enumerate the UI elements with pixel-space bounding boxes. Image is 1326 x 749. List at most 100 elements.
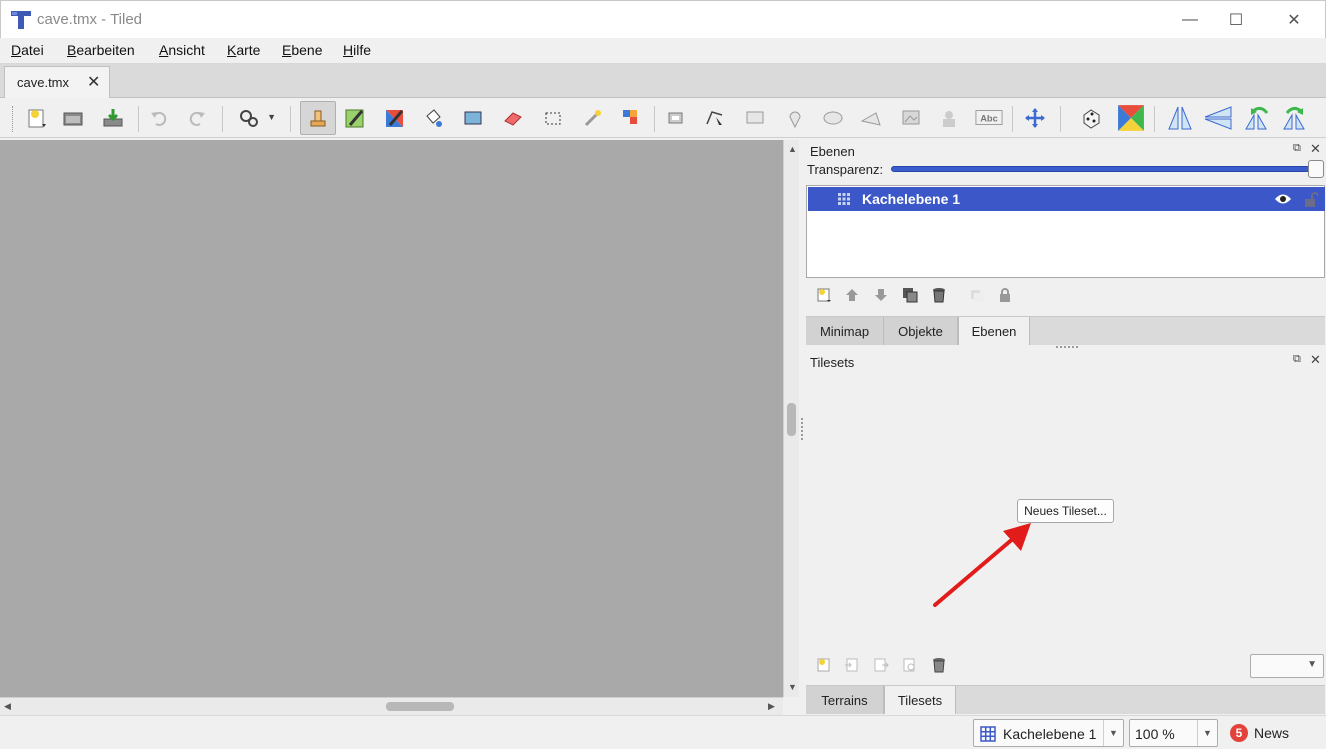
map-canvas[interactable] [0,140,783,697]
news-count-badge[interactable]: 5 [1230,724,1248,742]
tab-ebenen[interactable]: Ebenen [958,317,1030,345]
lock-layer-button[interactable] [995,285,1015,305]
chevron-down-icon: ▼ [1197,720,1217,746]
dock-splitter-grip[interactable] [1056,346,1078,348]
menu-datei[interactable]: Datei [11,42,44,58]
close-dock-icon[interactable]: ✕ [1310,352,1321,368]
map-vertical-scrollbar[interactable]: ▲ ▼ [783,140,799,697]
opacity-slider[interactable] [891,166,1317,172]
eye-icon[interactable] [1274,192,1292,206]
duplicate-layer-button[interactable] [900,285,920,305]
tab-objekte[interactable]: Objekte [884,317,958,345]
magic-wand-icon [584,110,601,127]
unlocked-icon[interactable] [1304,191,1318,207]
text-tool-label: Abc [980,114,998,124]
insert-ellipse-button[interactable] [818,103,848,133]
menu-ebene[interactable]: Ebene [282,42,323,58]
wang-brush-button[interactable] [380,103,410,133]
menu-bearbeiten[interactable]: Bearbeiten [67,42,135,58]
random-mode-button[interactable] [1076,103,1106,133]
tab-minimap[interactable]: Minimap [806,317,884,345]
float-dock-icon[interactable]: ⧉ [1293,353,1301,366]
terrain-brush-button[interactable] [340,103,370,133]
scroll-down-icon[interactable]: ▼ [788,682,797,692]
insert-template-button[interactable] [934,103,964,133]
scroll-right-icon[interactable]: ▶ [768,701,775,712]
flip-vertical-button[interactable] [1200,103,1236,133]
remove-tileset-button[interactable] [929,655,949,675]
redo-button[interactable] [182,103,212,133]
scroll-left-icon[interactable]: ◀ [4,701,11,712]
eraser-icon [504,112,522,126]
layer-name[interactable]: Kachelebene 1 [862,191,960,207]
current-layer-select[interactable]: Kachelebene 1 ▼ [973,719,1124,747]
toolbar-separator [1154,106,1155,132]
open-button[interactable] [58,103,88,133]
rotate-left-button[interactable] [1240,103,1276,133]
menu-karte[interactable]: Karte [227,42,260,58]
select-same-tile-icon [623,110,637,124]
delete-layer-button[interactable] [929,285,949,305]
tab-tilesets[interactable]: Tilesets [884,686,956,714]
minimize-button[interactable]: — [1167,1,1213,39]
status-bar: Kachelebene 1 ▼ 100 % ▼ 5 News [0,715,1326,749]
insert-tile-button[interactable] [896,103,926,133]
wang-fill-button[interactable] [1114,103,1148,133]
undo-button[interactable] [144,103,174,133]
merge-layer-button[interactable] [967,285,987,305]
layer-row[interactable]: Kachelebene 1 [808,187,1325,211]
new-layer-button[interactable] [814,285,834,305]
close-window-button[interactable]: ✕ [1271,1,1317,39]
document-tab-cave[interactable]: cave.tmx ✕ [4,66,110,98]
insert-rectangle-button[interactable] [740,103,770,133]
zoom-select[interactable]: 100 % ▼ [1129,719,1218,747]
select-same-tile-button[interactable] [616,103,646,133]
save-button[interactable] [98,103,128,133]
window-title: cave.tmx - Tiled [37,11,143,28]
stamp-brush-button[interactable] [300,101,336,135]
magic-wand-button[interactable] [578,103,608,133]
vertical-scroll-thumb[interactable] [787,403,796,436]
shape-fill-button[interactable] [458,103,488,133]
tileset-properties-button[interactable] [900,655,920,675]
embed-tileset-button[interactable] [842,655,862,675]
export-tileset-button[interactable] [871,655,891,675]
float-dock-icon[interactable]: ⧉ [1293,142,1301,155]
map-horizontal-scrollbar[interactable]: ◀ ▶ [0,697,783,715]
eraser-button[interactable] [498,103,528,133]
opacity-label: Transparenz: [807,162,884,177]
layer-list[interactable]: Kachelebene 1 [806,185,1325,278]
news-button[interactable]: News [1254,725,1289,741]
insert-text-button[interactable]: Abc [974,103,1004,133]
new-map-button[interactable] [22,103,52,133]
rect-select-button[interactable] [538,103,568,133]
close-dock-icon[interactable]: ✕ [1310,141,1321,157]
maximize-button[interactable]: ☐ [1213,1,1259,39]
splitter-grip[interactable] [801,418,803,440]
lower-layer-button[interactable] [871,285,891,305]
menu-hilfe[interactable]: Hilfe [343,42,371,58]
menu-ansicht[interactable]: Ansicht [159,42,205,58]
main-toolbar: ▼ Abc [0,98,1326,138]
bucket-fill-button[interactable] [418,103,448,133]
opacity-slider-handle[interactable] [1308,160,1324,178]
close-tab-icon[interactable]: ✕ [87,72,100,92]
layer-offset-button[interactable] [1020,103,1050,133]
new-tileset-tool-button[interactable] [814,655,834,675]
tileset-select[interactable]: ▼ [1250,654,1324,678]
edit-polygons-button[interactable] [700,103,730,133]
insert-polygon-button[interactable] [856,103,886,133]
select-objects-button[interactable] [662,103,692,133]
tilesets-dock-tabs: Terrains Tilesets [806,685,1325,714]
scroll-up-icon[interactable]: ▲ [788,144,797,154]
maximize-icon: ☐ [1228,12,1244,29]
horizontal-scroll-thumb[interactable] [386,702,454,711]
commands-button[interactable]: ▼ [230,103,282,133]
toolbar-grip[interactable] [12,106,15,132]
flip-horizontal-button[interactable] [1162,103,1198,133]
insert-point-button[interactable] [780,103,810,133]
rotate-right-button[interactable] [1278,103,1314,133]
tab-terrains[interactable]: Terrains [806,686,884,714]
raise-layer-button[interactable] [842,285,862,305]
tilesets-dock-title: Tilesets [810,355,855,370]
